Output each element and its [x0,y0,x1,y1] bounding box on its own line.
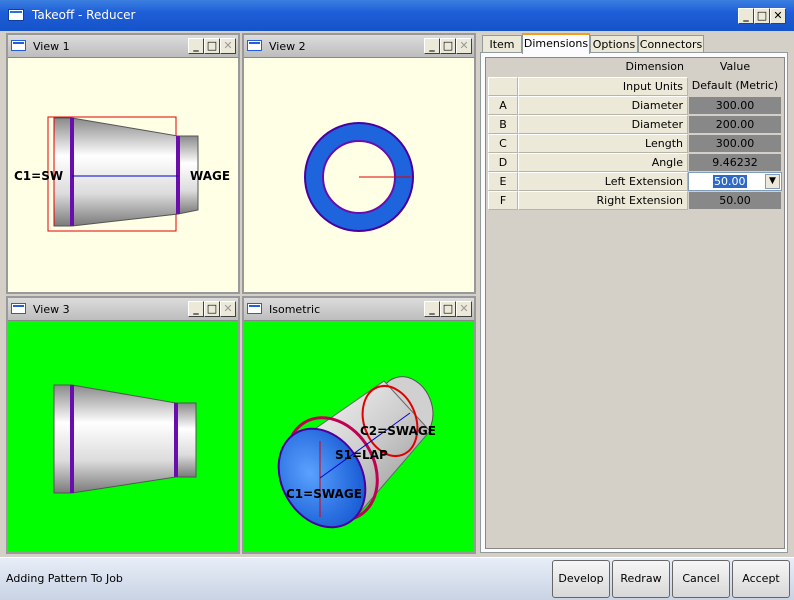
dimension-column-header: Dimension [625,60,684,73]
dimension-d-label: Angle [518,153,688,172]
window-icon [247,40,262,51]
view-1-label-right: WAGE [190,169,230,183]
view-3-pane[interactable]: View 3 _ □ ✕ [6,296,240,554]
view-1-canvas[interactable]: C1=SW WAGE [8,58,238,292]
view-2-drawing [304,122,414,232]
view-3-minimize-button[interactable]: _ [188,301,204,317]
dimension-f-value[interactable]: 50.00 [688,191,782,210]
view-1-maximize-button[interactable]: □ [204,38,220,54]
view-3-drawing [53,384,197,494]
view-2-title: View 2 [269,40,306,53]
view-3-maximize-button[interactable]: □ [204,301,220,317]
c1-label: C1=SWAGE [286,487,362,501]
row-header-e[interactable]: E [488,172,518,191]
view-1-label-left: C1=SW [14,169,63,183]
row-header-b[interactable]: B [488,115,518,134]
dimension-c-value[interactable]: 300.00 [688,134,782,153]
isometric-drawing: C2=SWAGE S1=LAP C1=SWAGE [277,376,436,529]
close-button[interactable]: ✕ [770,8,786,24]
cancel-button[interactable]: Cancel [672,560,730,598]
value-column-header: Value [719,60,751,73]
isometric-canvas[interactable]: C2=SWAGE S1=LAP C1=SWAGE [244,321,474,552]
view-2-canvas[interactable] [244,58,474,292]
row-header-units [488,77,518,96]
dimension-a-value[interactable]: 300.00 [688,96,782,115]
isometric-minimize-button[interactable]: _ [424,301,440,317]
tab-connectors[interactable]: Connectors [638,35,704,53]
c2-label: C2=SWAGE [360,424,436,438]
view-1-minimize-button[interactable]: _ [188,38,204,54]
tab-options[interactable]: Options [590,35,638,53]
dimension-c-label: Length [518,134,688,153]
view-3-title: View 3 [33,303,70,316]
view-2-maximize-button[interactable]: □ [440,38,456,54]
dimension-a-label: Diameter [518,96,688,115]
window-title: Takeoff - Reducer [32,8,136,22]
view-3-close-button[interactable]: ✕ [220,301,236,317]
redraw-button[interactable]: Redraw [612,560,670,598]
row-header-c[interactable]: C [488,134,518,153]
develop-button[interactable]: Develop [552,560,610,598]
row-header-d[interactable]: D [488,153,518,172]
properties-panel: Item Dimensions Options Connectors Dimen… [478,31,790,555]
view-1-title: View 1 [33,40,70,53]
dimensions-tab-content: Dimension Value Input Units Default (Met… [480,52,788,553]
s1-label: S1=LAP [335,448,388,462]
window-icon [11,40,26,51]
view-1-header: View 1 _ □ ✕ [8,35,238,58]
isometric-maximize-button[interactable]: □ [440,301,456,317]
tab-dimensions[interactable]: Dimensions [522,33,590,54]
input-units-value[interactable]: Default (Metric) [688,77,782,96]
input-units-label: Input Units [518,77,688,96]
chevron-down-icon[interactable]: ▼ [765,174,780,189]
maximize-button[interactable]: □ [754,8,770,24]
row-header-f[interactable]: F [488,191,518,210]
dimension-f-label: Right Extension [518,191,688,210]
accept-button[interactable]: Accept [732,560,790,598]
dimension-b-label: Diameter [518,115,688,134]
dimension-e-label: Left Extension [518,172,688,191]
title-bar: Takeoff - Reducer _ □ ✕ [0,0,794,31]
status-text: Adding Pattern To Job [6,572,123,585]
tab-item[interactable]: Item [482,35,522,53]
minimize-button[interactable]: _ [738,8,754,24]
isometric-close-button[interactable]: ✕ [456,301,472,317]
row-header-a[interactable]: A [488,96,518,115]
view-1-drawing: C1=SW WAGE [14,116,230,232]
view-2-close-button[interactable]: ✕ [456,38,472,54]
view-3-canvas[interactable] [8,321,238,552]
view-1-pane[interactable]: View 1 _ □ ✕ C1=SW WAGE [6,33,240,294]
view-2-header: View 2 _ □ ✕ [244,35,474,58]
window-icon [247,303,262,314]
isometric-pane[interactable]: Isometric _ □ ✕ C2=SWAGE S1=LAP C1=SWAGE [242,296,476,554]
isometric-title: Isometric [269,303,321,316]
window-icon [11,303,26,314]
isometric-header: Isometric _ □ ✕ [244,298,474,321]
dimensions-grid: Dimension Value Input Units Default (Met… [485,57,785,549]
reducer-small-end [175,402,197,478]
dimension-b-value[interactable]: 200.00 [688,115,782,134]
dimension-e-editor[interactable]: 50.00 ▼ [688,172,782,191]
view-1-close-button[interactable]: ✕ [220,38,236,54]
view-3-header: View 3 _ □ ✕ [8,298,238,321]
dimension-e-value[interactable]: 50.00 [713,175,747,188]
view-2-pane[interactable]: View 2 _ □ ✕ [242,33,476,294]
dimension-d-value[interactable]: 9.46232 [688,153,782,172]
app-window-icon [8,9,24,21]
view-2-minimize-button[interactable]: _ [424,38,440,54]
